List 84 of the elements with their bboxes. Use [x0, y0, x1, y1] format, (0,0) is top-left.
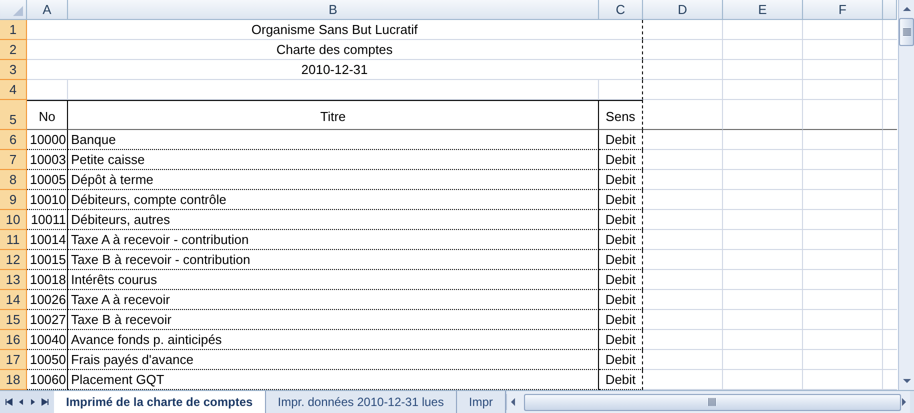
table-cell: 10010 — [30, 192, 66, 207]
table-cell: Debit — [605, 272, 636, 287]
table-cell: 10040 — [30, 332, 66, 347]
column-header[interactable]: C — [599, 0, 643, 20]
table-cell: Debit — [605, 192, 636, 207]
sheet-tab[interactable]: Imprimé de la charte de comptes — [54, 391, 266, 413]
select-all-button[interactable] — [0, 0, 27, 20]
table-cell: 10015 — [30, 252, 66, 267]
column-heading: No — [38, 109, 56, 124]
table-cell: Frais payés d'avance — [71, 352, 194, 367]
row-header[interactable]: 15 — [0, 310, 27, 330]
table-cell: Avance fonds p. ainticipés — [71, 332, 222, 347]
sheet-title: Organisme Sans But Lucratif — [251, 22, 418, 37]
table-cell: Petite caisse — [71, 152, 145, 167]
table-cell: 10003 — [30, 152, 66, 167]
table-cell: Banque — [71, 132, 116, 147]
table-cell: Debit — [605, 232, 636, 247]
table-cell: Debit — [605, 132, 636, 147]
table-cell: Debit — [605, 312, 636, 327]
table-cell: Débiteurs, compte contrôle — [71, 192, 226, 207]
horizontal-scrollbar[interactable] — [506, 391, 910, 413]
row-header[interactable]: 2 — [0, 40, 27, 60]
row-header[interactable]: 5 — [0, 100, 27, 130]
sheet-title: Charte des comptes — [276, 42, 393, 57]
sheet-tab[interactable]: Impr. données 2010-12-31 lues — [266, 391, 457, 413]
table-cell: 10014 — [30, 232, 66, 247]
table-cell: Débiteurs, autres — [71, 212, 170, 227]
table-cell: Taxe A à recevoir - contribution — [71, 232, 249, 247]
row-header[interactable]: 18 — [0, 370, 27, 390]
row-header[interactable]: 3 — [0, 60, 27, 80]
table-cell: Debit — [605, 152, 636, 167]
sheet-title: 2010-12-31 — [301, 62, 368, 77]
table-cell: 10018 — [30, 272, 66, 287]
table-cell: Dépôt à terme — [71, 172, 154, 187]
table-cell: 10000 — [30, 132, 66, 147]
table-cell: Debit — [605, 332, 636, 347]
row-header[interactable]: 6 — [0, 130, 27, 150]
sheet-tab[interactable]: Impr — [456, 391, 506, 413]
scrollbar-thumb[interactable] — [524, 394, 901, 410]
triangle-icon — [13, 6, 23, 16]
tab-split-handle[interactable] — [506, 394, 507, 410]
scroll-down-icon[interactable] — [902, 378, 912, 384]
row-header[interactable]: 13 — [0, 270, 27, 290]
vertical-scrollbar[interactable] — [898, 0, 914, 390]
row-header[interactable]: 12 — [0, 250, 27, 270]
table-cell: Taxe A à recevoir — [71, 292, 170, 307]
table-cell: Intérêts courus — [71, 272, 157, 287]
table-cell: Debit — [605, 252, 636, 267]
row-header[interactable]: 17 — [0, 350, 27, 370]
table-cell: Placement GQT — [71, 372, 164, 387]
table-cell: 10011 — [30, 212, 66, 227]
table-cell: 10026 — [30, 292, 66, 307]
table-cell: Debit — [605, 372, 636, 387]
row-header[interactable]: 14 — [0, 290, 27, 310]
row-header[interactable]: 11 — [0, 230, 27, 250]
column-heading: Titre — [320, 109, 346, 124]
table-cell: 10060 — [30, 372, 66, 387]
column-header[interactable]: D — [643, 0, 723, 20]
table-cell: Debit — [605, 172, 636, 187]
row-header[interactable]: 1 — [0, 20, 27, 40]
column-header[interactable]: F — [803, 0, 883, 20]
column-header[interactable]: E — [723, 0, 803, 20]
table-cell: Taxe B à recevoir — [71, 312, 172, 327]
row-header[interactable]: 7 — [0, 150, 27, 170]
table-cell: Debit — [605, 292, 636, 307]
table-cell: 10050 — [30, 352, 66, 367]
column-header[interactable]: B — [68, 0, 599, 20]
scrollbar-thumb[interactable] — [899, 18, 914, 46]
scroll-up-icon[interactable] — [902, 6, 912, 12]
table-cell: Debit — [605, 212, 636, 227]
row-header[interactable]: 10 — [0, 210, 27, 230]
table-cell: Debit — [605, 352, 636, 367]
first-sheet-icon[interactable] — [4, 397, 14, 407]
row-header[interactable]: 16 — [0, 330, 27, 350]
row-header[interactable]: 9 — [0, 190, 27, 210]
column-header[interactable]: A — [27, 0, 68, 20]
table-cell: 10005 — [30, 172, 66, 187]
last-sheet-icon[interactable] — [40, 397, 50, 407]
row-header[interactable]: 4 — [0, 80, 27, 100]
table-cell: 10027 — [30, 312, 66, 327]
table-cell: Taxe B à recevoir - contribution — [71, 252, 250, 267]
column-heading: Sens — [606, 109, 636, 124]
scroll-left-icon[interactable] — [510, 397, 516, 407]
row-header[interactable]: 8 — [0, 170, 27, 190]
